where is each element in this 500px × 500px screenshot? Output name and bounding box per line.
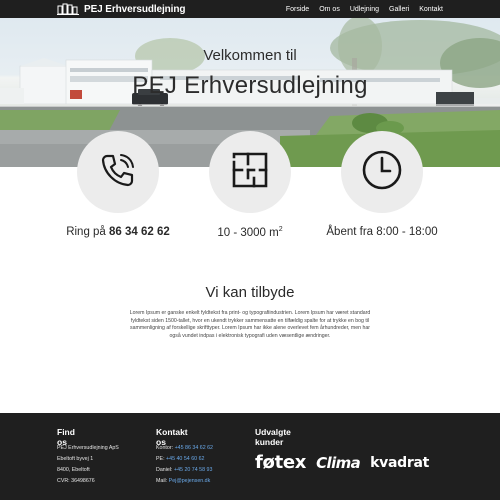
contact-line: Daniel: +45 20 74 58 93 [156, 465, 213, 476]
feature-area: 10 - 3000 m2 [190, 131, 310, 239]
feature-area-circle [209, 131, 291, 213]
nav-link-forside[interactable]: Forside [286, 6, 309, 13]
hero-title: PEJ Erhversudlejning [132, 72, 368, 99]
contact-label: Kontor: [156, 445, 174, 451]
contact-label: Mail: [156, 478, 168, 484]
contact-mail-link[interactable]: Pej@pejensen.dk [169, 478, 211, 484]
address-line: 8400, Ebeltoft [57, 467, 90, 473]
main-menu: Forside Om os Udlejning Galleri Kontakt [286, 0, 443, 18]
offer-text: Lorem Ipsum er ganske enkelt fyldtekst f… [129, 310, 371, 339]
clock-icon [360, 148, 404, 197]
feature-phone-circle [77, 131, 159, 213]
contact-label: PE: [156, 456, 165, 462]
address-block: PEJ Erhversudlejning ApS Ebeltoft byvej … [57, 443, 119, 487]
hero-welcome: Velkommen til [203, 47, 297, 64]
logo-buildings-icon [57, 3, 79, 15]
footer-customers-title: Udvalgte kunder [255, 427, 291, 447]
customer-logo-clima: Clima [316, 453, 361, 472]
feature-area-label: 10 - 3000 m2 [190, 226, 310, 239]
nav-link-om-os[interactable]: Om os [319, 6, 340, 13]
feature-hours: Åbent fra 8:00 - 18:00 [322, 131, 442, 238]
floorplan-icon [228, 148, 272, 197]
customer-logos: føtex Clima kvadrat [255, 452, 429, 473]
contact-block: Kontor: +45 86 34 62 62 PE: +45 40 54 60… [156, 443, 213, 487]
contact-phone-link[interactable]: +45 86 34 62 62 [175, 445, 213, 451]
nav-link-udlejning[interactable]: Udlejning [350, 6, 379, 13]
contact-line: Kontor: +45 86 34 62 62 [156, 443, 213, 454]
top-navbar: PEJ Erhversudlejning Forside Om os Udlej… [0, 0, 500, 18]
area-unit: 2 [278, 226, 283, 233]
feature-hours-label: Åbent fra 8:00 - 18:00 [326, 226, 438, 238]
offer-heading: Vi kan tilbyde [205, 284, 295, 301]
feature-phone: Ring på 86 34 62 62 [58, 131, 178, 238]
contact-label: Daniel: [156, 467, 173, 473]
brand-logo[interactable]: PEJ Erhversudlejning [57, 2, 185, 16]
address-line: CVR: 36498676 [57, 478, 95, 484]
contact-phone-link[interactable]: +45 40 54 60 62 [166, 456, 204, 462]
contact-phone-link[interactable]: +45 20 74 58 93 [174, 467, 212, 473]
phone-number[interactable]: 86 34 62 62 [109, 226, 170, 238]
nav-link-galleri[interactable]: Galleri [389, 6, 409, 13]
area-range: 10 - 3000 m [217, 226, 279, 239]
nav-link-kontakt[interactable]: Kontakt [419, 6, 443, 13]
phone-prefix: Ring på [66, 226, 106, 238]
customer-logo-kvadrat: kvadrat [370, 454, 430, 471]
contact-line: PE: +45 40 54 60 62 [156, 454, 213, 465]
phone-icon [98, 150, 138, 195]
brand-name: PEJ Erhversudlejning [84, 3, 186, 15]
contact-line: Mail: Pej@pejensen.dk [156, 476, 213, 487]
feature-phone-label: Ring på 86 34 62 62 [58, 226, 178, 238]
feature-hours-circle [341, 131, 423, 213]
address-line: Ebeltoft byvej 1 [57, 456, 94, 462]
customer-logo-fotex: føtex [255, 452, 307, 473]
address-line: PEJ Erhversudlejning ApS [57, 445, 119, 451]
